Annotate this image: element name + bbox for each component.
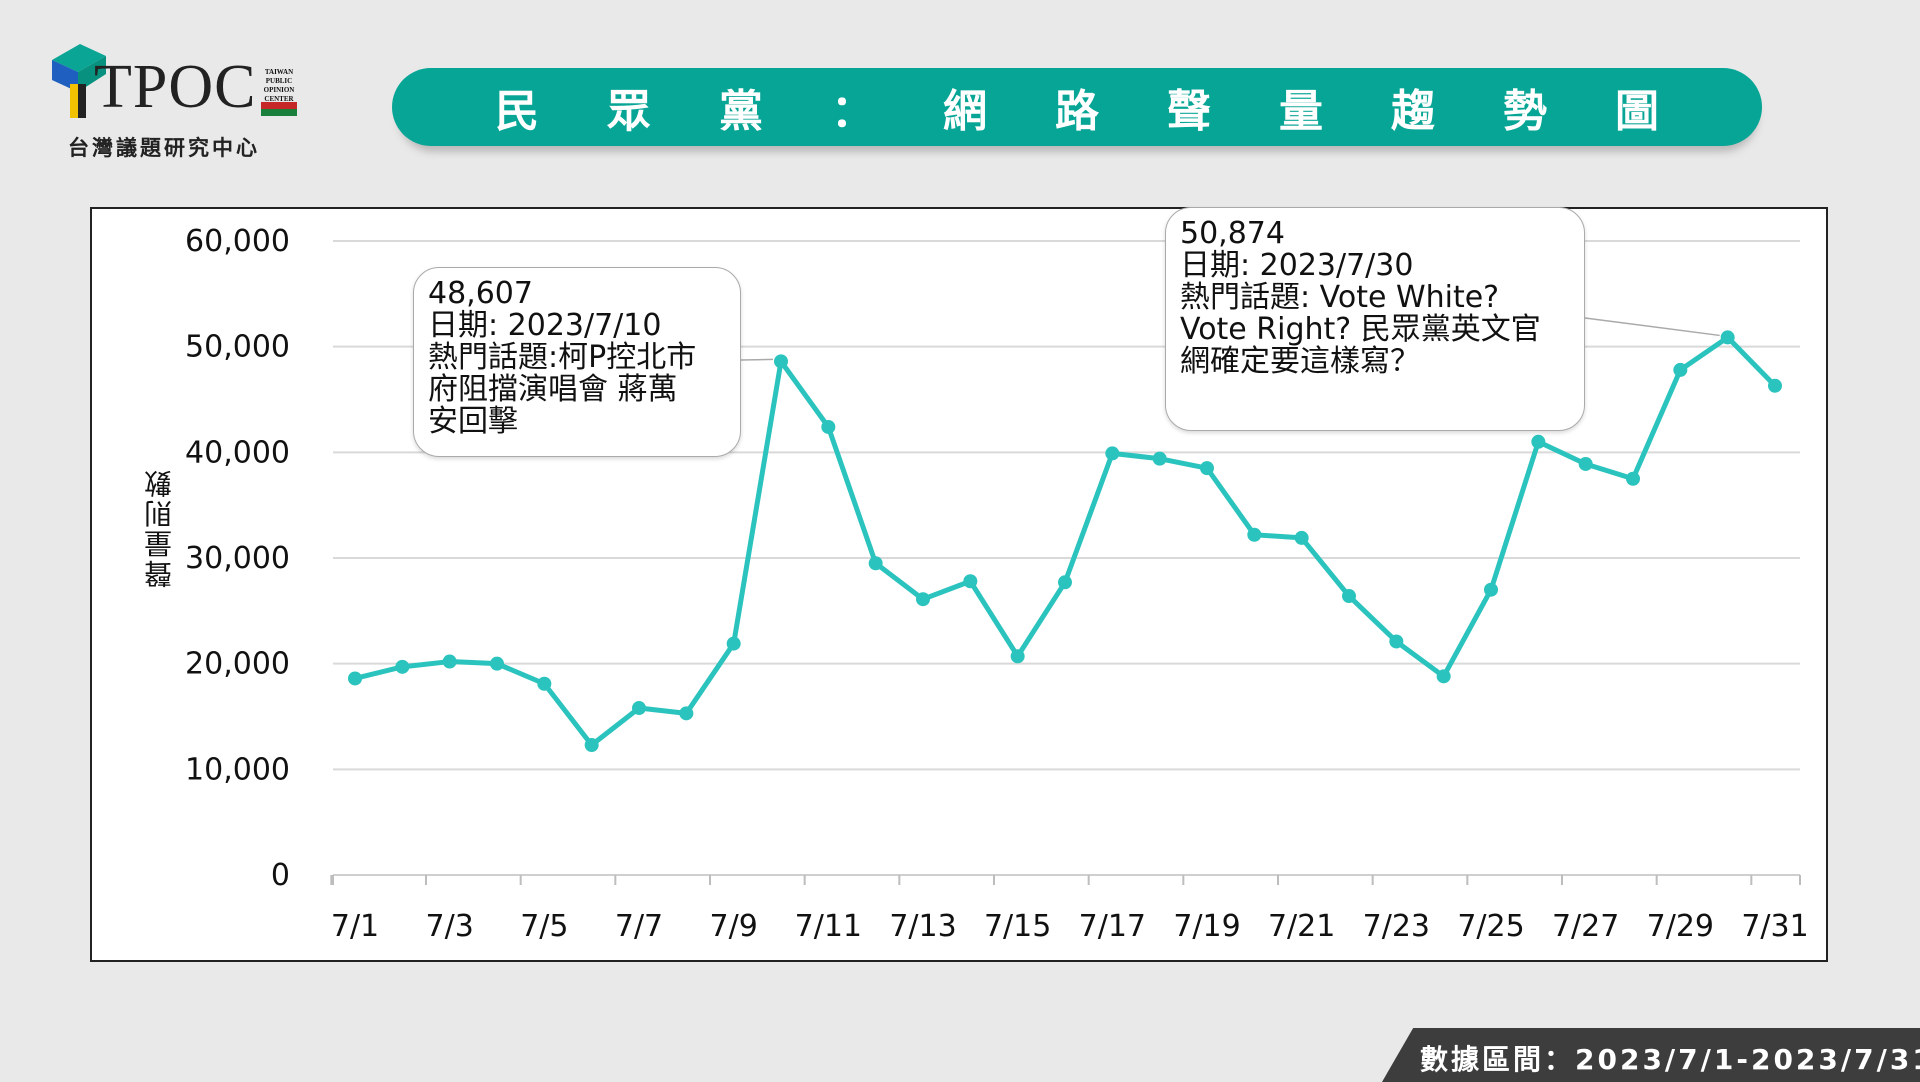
line-chart: 0 10,000 20,000 30,000 40,000 50,000 60,000 7/1… <box>185 224 1809 944</box>
data-point <box>537 676 552 691</box>
x-tick-label: 7/29 <box>1647 909 1714 944</box>
annotation-callout-peak-2: 50,874 日期: 2023/7/30 熱門話題: Vote White? V… <box>1165 207 1585 431</box>
data-point <box>679 706 694 721</box>
x-tick-label: 7/5 <box>520 909 568 944</box>
annotation-callout-peak-1: 48,607 日期: 2023/7/10 熱門話題:柯P控北市 府阻擋演唱會 蔣… <box>413 267 741 457</box>
x-tick-label: 7/27 <box>1552 909 1619 944</box>
data-point <box>584 738 599 753</box>
data-point <box>1436 669 1451 684</box>
data-point <box>348 671 362 686</box>
y-tick-label: 30,000 <box>185 541 290 576</box>
annotation-date: 日期: 2023/7/10 <box>428 308 662 343</box>
data-point <box>395 659 410 674</box>
data-point <box>868 556 883 571</box>
data-point <box>1010 649 1025 664</box>
x-tick-label: 7/23 <box>1363 909 1430 944</box>
data-point <box>1484 582 1498 597</box>
x-tick-label: 7/15 <box>984 909 1051 944</box>
data-point <box>963 574 978 589</box>
y-axis-title: 聲量則數 <box>143 468 176 588</box>
x-tick-label: 7/13 <box>889 909 956 944</box>
annotation-date: 日期: 2023/7/30 <box>1180 248 1414 283</box>
data-point <box>1626 471 1640 486</box>
data-point <box>1058 575 1072 590</box>
x-tick-label: 7/25 <box>1457 909 1524 944</box>
data-point <box>1200 461 1214 476</box>
y-tick-label: 10,000 <box>185 752 290 787</box>
y-tick-label: 50,000 <box>185 330 290 365</box>
y-tick-label: 60,000 <box>185 224 290 259</box>
annotation-value: 50,874 <box>1180 216 1285 251</box>
data-point <box>442 654 457 669</box>
x-tick-label: 7/17 <box>1079 909 1146 944</box>
data-point <box>726 636 741 651</box>
x-tick-label: 7/1 <box>331 909 379 944</box>
data-point <box>1342 589 1356 604</box>
annotation-value: 48,607 <box>428 276 533 311</box>
data-point <box>632 701 646 716</box>
x-tick-label: 7/9 <box>710 909 758 944</box>
data-point <box>774 354 788 369</box>
data-point <box>1294 530 1309 545</box>
data-point <box>916 592 930 607</box>
annotation-leader <box>740 358 774 361</box>
data-point <box>1768 378 1782 393</box>
x-tick-label: 7/21 <box>1268 909 1335 944</box>
data-point <box>821 419 836 434</box>
data-point <box>1152 451 1167 466</box>
x-tick-label: 7/19 <box>1173 909 1240 944</box>
y-tick-label: 20,000 <box>185 647 290 682</box>
data-point <box>1673 362 1688 377</box>
data-point <box>1578 456 1593 471</box>
data-point <box>490 656 504 671</box>
y-tick-label: 40,000 <box>185 435 290 470</box>
data-point <box>1531 434 1546 449</box>
annotation-topic: 熱門話題: Vote White? Vote Right? 民眾黨英文官 網確定… <box>1180 280 1541 379</box>
data-point <box>1105 446 1120 461</box>
data-point <box>1720 330 1735 345</box>
annotation-leader <box>1584 317 1720 337</box>
x-tick-label: 7/31 <box>1741 909 1808 944</box>
x-tick-label: 7/3 <box>426 909 474 944</box>
y-tick-label: 0 <box>271 858 290 893</box>
data-point <box>1389 634 1404 649</box>
x-tick-label: 7/11 <box>795 909 862 944</box>
x-tick-label: 7/7 <box>615 909 663 944</box>
annotation-topic: 熱門話題:柯P控北市 府阻擋演唱會 蔣萬 安回擊 <box>428 340 697 439</box>
data-range-label: 數據區間：2023/7/1-2023/7/31 <box>1420 1043 1920 1076</box>
data-point <box>1247 527 1262 542</box>
